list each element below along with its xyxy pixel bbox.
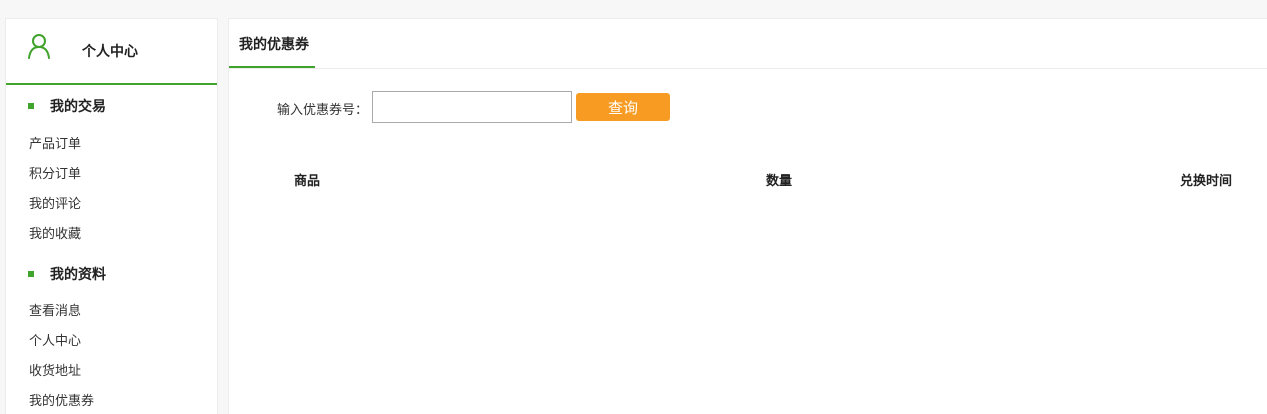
sidebar-item-my-coupons[interactable]: 我的优惠券 <box>29 390 94 409</box>
column-header-product: 商品 <box>294 174 321 189</box>
sidebar-header: 个人中心 <box>6 19 217 85</box>
sidebar-item-my-reviews[interactable]: 我的评论 <box>29 193 81 212</box>
sidebar-item-messages[interactable]: 查看消息 <box>29 300 81 319</box>
tab-my-coupons[interactable]: 我的优惠券 <box>229 19 315 68</box>
section-title-label: 我的交易 <box>50 99 106 115</box>
user-icon <box>28 34 50 59</box>
coupon-number-label: 输入优惠券号： <box>277 103 369 118</box>
section-title-trade: 我的交易 <box>28 96 106 116</box>
query-button[interactable]: 查询 <box>576 93 670 121</box>
column-header-quantity: 数量 <box>766 174 793 189</box>
sidebar-item-personal-center[interactable]: 个人中心 <box>29 330 81 349</box>
sidebar-item-points-orders[interactable]: 积分订单 <box>29 163 81 182</box>
sidebar-title: 个人中心 <box>82 44 138 60</box>
column-header-redeem-time: 兑换时间 <box>1180 174 1233 189</box>
sidebar: 个人中心 我的交易 产品订单 积分订单 我的评论 我的收藏 我的资料 查看消息 … <box>5 18 218 414</box>
tab-bar: 我的优惠券 <box>229 19 1267 69</box>
section-title-label: 我的资料 <box>50 267 106 283</box>
sidebar-item-product-orders[interactable]: 产品订单 <box>29 133 81 152</box>
coupon-number-input[interactable] <box>372 91 572 123</box>
section-bullet-icon <box>28 103 34 109</box>
sidebar-item-shipping-address[interactable]: 收货地址 <box>29 360 81 379</box>
section-bullet-icon <box>28 271 34 277</box>
main-panel: 我的优惠券 输入优惠券号： 查询 商品 数量 兑换时间 <box>228 18 1267 414</box>
tab-label: 我的优惠券 <box>239 37 309 53</box>
section-title-profile: 我的资料 <box>28 264 106 284</box>
sidebar-item-my-favorites[interactable]: 我的收藏 <box>29 223 81 242</box>
